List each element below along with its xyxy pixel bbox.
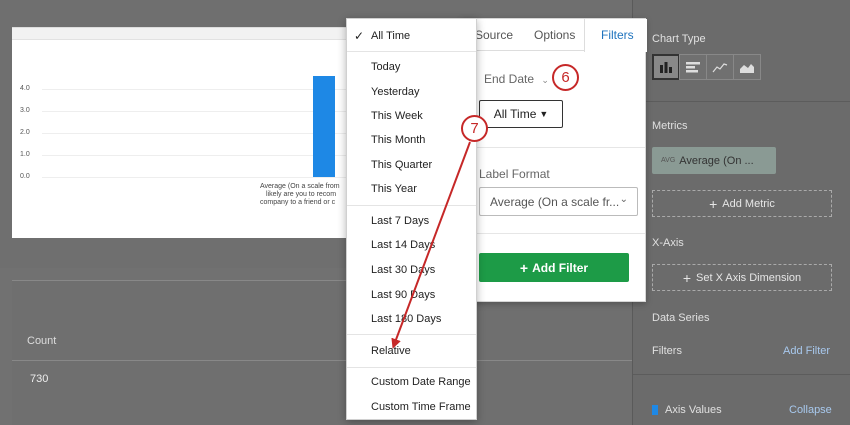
line-chart-icon — [712, 63, 728, 73]
metric-chip[interactable]: AVG Average (On ... — [652, 147, 776, 174]
grid-line — [42, 133, 352, 134]
time-range-value: All Time — [493, 107, 537, 121]
add-filter-link[interactable]: Add Filter — [783, 345, 830, 357]
tab-options[interactable]: Options — [534, 28, 575, 42]
dropdown-item-this-quarter[interactable]: This Quarter — [371, 159, 432, 171]
filters-label: Filters — [652, 345, 682, 357]
horizontal-bar-icon — [686, 62, 700, 73]
metric-avg-prefix: AVG — [661, 157, 676, 164]
axis-values-text: Axis Values — [665, 404, 722, 416]
chart-header-band — [12, 28, 352, 40]
add-metric-button[interactable]: + Add Metric — [652, 190, 832, 217]
set-x-axis-label: Set X Axis Dimension — [696, 271, 802, 284]
time-range-button[interactable]: All Time ▼ — [479, 100, 563, 128]
data-series-label: Data Series — [652, 312, 710, 324]
horizontal-bar-button[interactable] — [679, 54, 707, 80]
y-tick-label: 0.0 — [20, 173, 30, 180]
bar-chart-icon — [660, 62, 672, 73]
chart-type-label: Chart Type — [652, 33, 706, 45]
dropdown-item-relative[interactable]: Relative — [371, 345, 411, 357]
add-filter-label: Add Filter — [532, 260, 589, 275]
label-format-label: Label Format — [479, 167, 550, 181]
dropdown-item-last-14-days[interactable]: Last 14 Days — [371, 239, 435, 251]
grid-line — [42, 155, 352, 156]
area-chart-icon — [740, 64, 754, 73]
y-tick-label: 4.0 — [20, 85, 30, 92]
caret-down-icon: ▼ — [539, 109, 549, 119]
table-divider — [12, 360, 632, 361]
dropdown-item-this-month[interactable]: This Month — [371, 134, 425, 146]
plus-icon: + — [709, 195, 718, 212]
end-date-filter-label[interactable]: End Date ⌄ — [484, 72, 549, 86]
y-tick-label: 2.0 — [20, 129, 30, 136]
filters-popover: Source Options Filters End Date ⌄ All Ti… — [462, 18, 647, 302]
metric-name: Average (On ... — [679, 154, 754, 167]
callout-6: 6 — [552, 64, 579, 91]
add-filter-button[interactable]: + Add Filter — [479, 253, 629, 282]
chevron-down-icon: ⌄ — [619, 194, 628, 205]
widget-settings-panel: Chart Type Metrics AVG Average (On ... +… — [632, 0, 850, 425]
line-chart-button[interactable] — [706, 54, 734, 80]
bar-category-label: Average (On a scale from likely are you … — [260, 183, 360, 207]
count-cell: 730 — [30, 373, 49, 385]
axis-values-label: Axis Values — [652, 404, 722, 416]
plus-icon: + — [682, 269, 692, 286]
grid-line — [42, 89, 352, 90]
grid-line — [42, 177, 352, 178]
add-metric-label: Add Metric — [722, 197, 775, 210]
bar-chart-button[interactable] — [652, 54, 680, 80]
dropdown-separator — [347, 51, 476, 52]
popover-separator — [463, 147, 645, 148]
dropdown-item-this-year[interactable]: This Year — [371, 183, 417, 195]
bar-label-line: likely are you to recom — [266, 191, 337, 198]
panel-separator — [633, 101, 850, 102]
callout-7: 7 — [461, 115, 488, 142]
bar-label-line: Average (On a scale from — [260, 183, 340, 190]
chevron-down-icon: ⌄ — [541, 75, 549, 85]
dropdown-item-custom-time-frame[interactable]: Custom Time Frame — [371, 401, 471, 413]
set-x-axis-button[interactable]: + Set X Axis Dimension — [652, 264, 832, 291]
count-column-header: Count — [27, 335, 57, 347]
popover-tabs: Source Options Filters — [463, 19, 647, 52]
dropdown-item-last-90-days[interactable]: Last 90 Days — [371, 289, 435, 301]
y-tick-label: 3.0 — [20, 107, 30, 114]
dropdown-item-last-7-days[interactable]: Last 7 Days — [371, 215, 429, 227]
metrics-label: Metrics — [652, 120, 688, 132]
dropdown-item-all-time[interactable]: All Time — [371, 30, 410, 42]
dropdown-item-today[interactable]: Today — [371, 61, 400, 73]
area-chart-button[interactable] — [733, 54, 761, 80]
chart-widget: 4.0 3.0 2.0 1.0 0.0 Average (On a scale … — [12, 27, 352, 238]
dropdown-separator — [347, 205, 476, 206]
dropdown-item-custom-date-range[interactable]: Custom Date Range — [371, 376, 471, 388]
end-date-text: End Date — [484, 72, 535, 86]
checkmark-icon: ✓ — [354, 29, 365, 43]
bar-label-line: company to a friend or c — [260, 199, 336, 206]
panel-separator — [633, 374, 850, 375]
grid-line — [42, 111, 352, 112]
series-color-swatch — [652, 405, 658, 416]
tab-source[interactable]: Source — [475, 28, 513, 42]
x-axis-label: X-Axis — [652, 237, 684, 249]
chart-bar — [313, 76, 335, 177]
date-range-dropdown: ✓ All Time Today Yesterday This Week Thi… — [346, 18, 477, 420]
dropdown-item-last-30-days[interactable]: Last 30 Days — [371, 264, 435, 276]
dropdown-item-this-week[interactable]: This Week — [371, 110, 423, 122]
dropdown-separator — [347, 334, 476, 335]
dropdown-item-yesterday[interactable]: Yesterday — [371, 86, 420, 98]
collapse-link[interactable]: Collapse — [789, 404, 832, 416]
tab-filters[interactable]: Filters — [601, 28, 634, 42]
dropdown-item-last-180-days[interactable]: Last 180 Days — [371, 313, 441, 325]
chart-type-selector — [652, 54, 761, 80]
label-format-value: Average (On a scale fr... — [490, 194, 620, 209]
popover-separator — [463, 233, 645, 234]
dropdown-separator — [347, 367, 476, 368]
y-tick-label: 1.0 — [20, 151, 30, 158]
plus-icon: + — [519, 259, 529, 276]
label-format-select[interactable]: Average (On a scale fr... ⌄ — [479, 187, 638, 216]
